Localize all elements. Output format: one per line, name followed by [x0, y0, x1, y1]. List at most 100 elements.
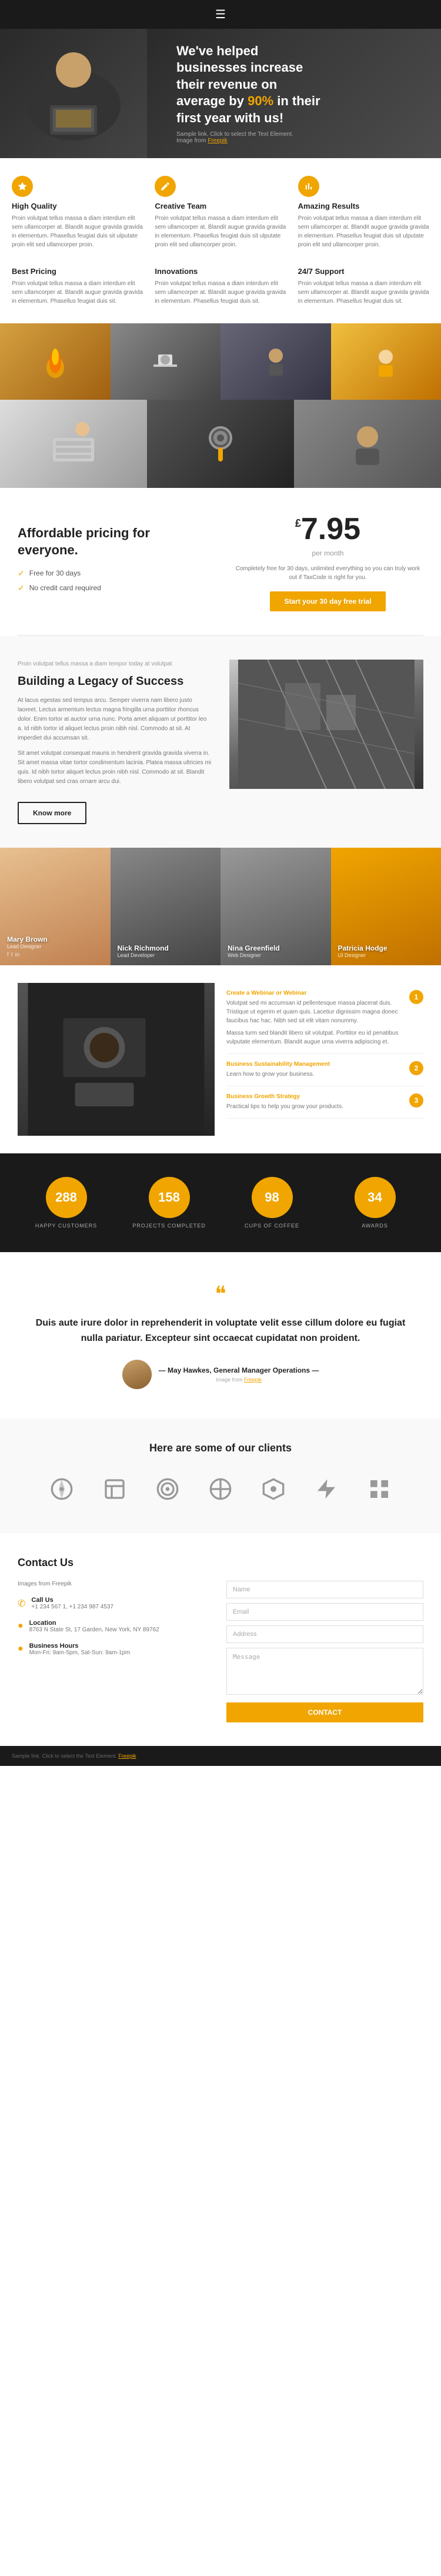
- stats-section: 288 HAPPY CUSTOMERS 158 PROJECTS COMPLET…: [0, 1153, 441, 1252]
- price-period: per month: [232, 549, 423, 557]
- stat-number-2: 158: [158, 1190, 180, 1205]
- legacy-subtitle: Proin volutpat tellus massa a diam tempo…: [18, 660, 212, 669]
- card-desc: Proin volutpat tellus massa a diam inter…: [298, 279, 429, 306]
- contact-email-input[interactable]: [226, 1603, 423, 1621]
- pricing-right: £ 7.95 per month Completely free for 30 …: [232, 511, 423, 611]
- stat-number-4: 34: [368, 1190, 382, 1205]
- contact-phone-label: Call Us: [31, 1597, 113, 1604]
- image-cell-2: [111, 323, 221, 400]
- pricing-feature-1: ✓ Free for 30 days: [18, 568, 209, 578]
- webinar-item-3: Business Growth Strategy Practical tips …: [226, 1086, 423, 1119]
- webinar-tag-2[interactable]: Business Sustainability Management: [226, 1061, 405, 1068]
- feature-desc: Proin volutpat tellus massa a diam inter…: [12, 214, 143, 249]
- phone-icon: ✆: [18, 1598, 25, 1610]
- team-role-2: Lead Developer: [118, 952, 169, 958]
- author-image-note: Image from Freepik: [159, 1377, 319, 1383]
- stat-awards: 34 AWARDS: [326, 1171, 423, 1235]
- pricing-heading: Affordable pricing for everyone.: [18, 525, 209, 558]
- card-innovations: Innovations Proin volutpat tellus massa …: [155, 267, 286, 306]
- webinar-desc-1: Volutpat sed mi accumsan id pellentesque…: [226, 999, 405, 1025]
- compass-icon-2: [209, 1477, 232, 1501]
- client-logo-3: [147, 1468, 188, 1510]
- webinar-item-2: Business Sustainability Management Learn…: [226, 1054, 423, 1086]
- stat-label-2: PROJECTS COMPLETED: [126, 1223, 212, 1229]
- legacy-body2: Sit amet volutpat consequat mauris in he…: [18, 749, 212, 787]
- feature-title: High Quality: [12, 202, 143, 210]
- person2-img: [368, 344, 403, 379]
- client-logo-4: [200, 1468, 241, 1510]
- contact-location-value: 8763 N State St, 17 Garden, New York, NY…: [29, 1627, 159, 1633]
- client-logo-2: [94, 1468, 135, 1510]
- webinar-item-1: Create a Webinar or Webinar Volutpat sed…: [226, 983, 423, 1054]
- footer: Sample link. Click to select the Text El…: [0, 1746, 441, 1766]
- pricing-cta-button[interactable]: Start your 30 day free trial: [270, 591, 385, 611]
- team-name-3: Nina Greenfield: [228, 944, 280, 952]
- client-logo-6: [306, 1468, 347, 1510]
- compass-icon-1: [50, 1477, 74, 1501]
- card-support: 24/7 Support Proin volutpat tellus massa…: [298, 267, 429, 306]
- features-section: High Quality Proin volutpat tellus massa…: [0, 158, 441, 323]
- feature-title: Creative Team: [155, 202, 286, 210]
- headphones-img: [197, 420, 244, 467]
- price-currency: £: [295, 517, 301, 530]
- hero-image: [15, 35, 132, 152]
- team-name-4: Patricia Hodge: [338, 944, 387, 952]
- card-best-pricing: Best Pricing Proin volutpat tellus massa…: [12, 267, 143, 306]
- contact-address-input[interactable]: [226, 1625, 423, 1643]
- coffee-photo: [18, 983, 215, 1136]
- hero-section: We've helped businesses increase their r…: [0, 29, 441, 158]
- legacy-cta-button[interactable]: Know more: [18, 802, 86, 824]
- webinar-tag-3[interactable]: Business Growth Strategy: [226, 1093, 405, 1100]
- person-img: [258, 344, 293, 379]
- map-icon: ●: [18, 1621, 24, 1631]
- webinar-badge-1: 1: [409, 990, 423, 1004]
- stat-circle-1: 288: [46, 1177, 87, 1218]
- hamburger-icon[interactable]: ☰: [215, 7, 226, 22]
- webinar-tag-1: Create a Webinar or Webinar: [226, 990, 405, 996]
- contact-hours: ● Business Hours Mon-Fri: 9am-5pm, Sat-S…: [18, 1642, 215, 1656]
- contact-submit-button[interactable]: CONTACT: [226, 1702, 423, 1722]
- legacy-photo: [229, 660, 423, 789]
- webinar-desc-3: Practical tips to help you grow your pro…: [226, 1102, 405, 1111]
- price-description: Completely free for 30 days, unlimited e…: [232, 564, 423, 582]
- target-icon-2: [262, 1477, 285, 1501]
- layout-icon: [103, 1477, 126, 1501]
- feature-desc: Proin volutpat tellus massa a diam inter…: [298, 214, 429, 249]
- card-title: Best Pricing: [12, 267, 143, 276]
- feature-amazing-results: Amazing Results Proin volutpat tellus ma…: [298, 176, 429, 249]
- contact-message-input[interactable]: [226, 1648, 423, 1695]
- feature-chart-icon: [298, 176, 319, 197]
- hero-freepik-link[interactable]: Freepik: [208, 138, 227, 144]
- contact-name-input[interactable]: [226, 1581, 423, 1598]
- contact-section: Contact Us Images from Freepik ✆ Call Us…: [0, 1533, 441, 1746]
- image-cell-1: [0, 323, 111, 400]
- facebook-icon[interactable]: f: [7, 952, 9, 958]
- legacy-heading: Building a Legacy of Success: [18, 674, 212, 689]
- team-grid: Mary Brown Lead Designer f t in Nick Ric…: [0, 848, 441, 965]
- desk-img: [148, 344, 183, 379]
- twitter-icon[interactable]: t: [11, 952, 13, 958]
- team-role-1: Lead Designer: [7, 944, 48, 949]
- team-info-4: Patricia Hodge UI Designer: [338, 944, 387, 958]
- image-cell-6: [147, 400, 294, 488]
- image-grid-row1: [0, 323, 441, 400]
- team-socials-1: f t in: [7, 952, 48, 958]
- image-cell-3: [220, 323, 331, 400]
- footer-freepik-link[interactable]: Freepik: [118, 1753, 136, 1759]
- team-member-3: Nina Greenfield Web Designer: [220, 848, 331, 965]
- team-name-1: Mary Brown: [7, 935, 48, 944]
- contact-hours-label: Business Hours: [29, 1642, 131, 1650]
- zap-icon: [315, 1477, 338, 1501]
- legacy-body1: At lacus egestas sed tempus arcu. Semper…: [18, 696, 212, 743]
- contact-location-label: Location: [29, 1620, 159, 1627]
- testimonial-section: ❝ Duis aute irure dolor in reprehenderit…: [0, 1252, 441, 1419]
- card-title: Innovations: [155, 267, 286, 276]
- image-cell-4: [331, 323, 441, 400]
- author-freepik-link[interactable]: Freepik: [244, 1377, 262, 1383]
- client-logo-7: [359, 1468, 400, 1510]
- linkedin-icon[interactable]: in: [15, 952, 20, 958]
- checkmark-icon-2: ✓: [18, 583, 25, 593]
- contact-form: CONTACT: [226, 1581, 423, 1722]
- team-info-2: Nick Richmond Lead Developer: [118, 944, 169, 958]
- team-info-1: Mary Brown Lead Designer f t in: [7, 935, 48, 958]
